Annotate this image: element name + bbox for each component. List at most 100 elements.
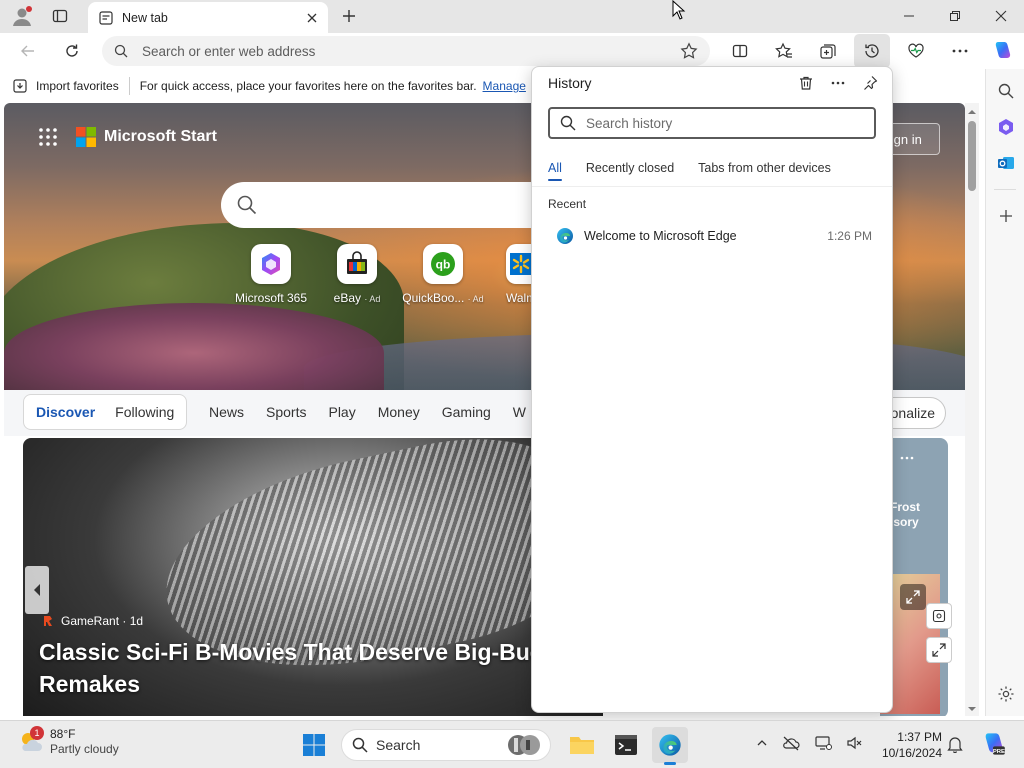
plus-icon [999, 210, 1012, 222]
apps-launcher-button[interactable] [38, 127, 58, 147]
clear-history-button[interactable] [794, 71, 818, 95]
scroll-up-icon[interactable] [965, 107, 979, 117]
more-dots-icon [952, 49, 968, 53]
clock-time: 1:37 PM [897, 730, 942, 744]
category-play[interactable]: Play [328, 404, 355, 420]
import-favorites-button[interactable]: Import favorites [12, 78, 119, 94]
terminal-icon [615, 735, 637, 755]
settings-more-button[interactable] [944, 36, 976, 66]
system-tray [756, 735, 862, 751]
sidebar-search-button[interactable] [986, 73, 1024, 109]
favorites-icon [775, 42, 792, 58]
category-more[interactable]: W [513, 404, 526, 420]
split-screen-button[interactable] [724, 36, 756, 66]
tab-recently-closed[interactable]: Recently closed [586, 161, 674, 175]
taskbar-clock[interactable]: 1:37 PM 10/16/2024 [872, 729, 942, 761]
microsoft-start-brand[interactable]: Microsoft Start [76, 127, 217, 147]
tab-all[interactable]: All [548, 161, 562, 181]
minimize-button[interactable] [886, 0, 932, 32]
history-search-input[interactable] [586, 115, 856, 131]
history-actions [794, 71, 882, 95]
copilot-button[interactable] [986, 36, 1018, 66]
carousel-prev-button[interactable] [25, 566, 49, 614]
section-recent: Recent [548, 197, 587, 211]
browser-essentials-button[interactable] [900, 36, 932, 66]
file-explorer-button[interactable] [564, 727, 600, 763]
cloud-offline-icon[interactable] [782, 735, 800, 751]
category-gaming[interactable]: Gaming [442, 404, 491, 420]
fullscreen-button[interactable] [926, 637, 952, 663]
web-search-box[interactable] [221, 182, 581, 228]
tab-discover[interactable]: Discover [36, 404, 95, 420]
favorites-button[interactable] [768, 36, 800, 66]
address-bar[interactable]: Search or enter web address [102, 36, 710, 66]
history-item-time: 1:26 PM [827, 229, 872, 243]
volume-muted-icon[interactable] [846, 735, 862, 751]
tab-actions-icon [52, 9, 68, 23]
tile-quickbooks[interactable]: qb QuickBoo... · Ad [398, 244, 488, 305]
search-highlight-icon [508, 735, 540, 755]
chevron-up-icon[interactable] [756, 737, 768, 749]
weather-widget[interactable]: 1 88°F Partly cloudy [18, 726, 119, 757]
sidebar-m365-button[interactable] [986, 109, 1024, 145]
history-title: History [548, 75, 592, 91]
favorite-star-icon[interactable] [680, 42, 698, 60]
edge-logo-icon [659, 734, 681, 756]
scroll-down-icon[interactable] [965, 704, 979, 714]
sidebar-outlook-button[interactable] [986, 145, 1024, 181]
featured-article-card[interactable]: GameRant · 1d Classic Sci-Fi B-Movies Th… [23, 438, 603, 716]
close-window-button[interactable] [978, 0, 1024, 32]
network-icon[interactable] [814, 735, 832, 751]
article-headline[interactable]: Classic Sci-Fi B-Movies That Deserve Big… [39, 636, 599, 700]
scroll-thumb[interactable] [968, 121, 976, 191]
close-tab-icon[interactable] [306, 12, 318, 24]
article-source: GameRant · 1d [43, 614, 143, 628]
expand-map-button[interactable] [900, 584, 926, 610]
close-icon [995, 10, 1007, 22]
title-bar: New tab [0, 0, 1024, 33]
favorites-hint: For quick access, place your favorites h… [139, 79, 477, 93]
category-money[interactable]: Money [378, 404, 420, 420]
import-favorites-label: Import favorites [36, 79, 119, 93]
tab-new-tab[interactable]: New tab [88, 2, 328, 33]
start-button[interactable] [296, 727, 332, 763]
notifications-button[interactable] [947, 735, 963, 753]
visual-search-button[interactable] [926, 603, 952, 629]
tab-following[interactable]: Following [115, 404, 174, 420]
search-icon [114, 44, 128, 58]
pin-history-button[interactable] [858, 71, 882, 95]
taskbar-search[interactable]: Search [341, 729, 551, 761]
new-tab-button[interactable] [333, 1, 365, 31]
collections-button[interactable] [812, 36, 844, 66]
pin-icon [864, 76, 878, 90]
outlook-icon [997, 157, 1014, 169]
sidebar-add-button[interactable] [986, 198, 1024, 234]
tab-actions-button[interactable] [44, 1, 76, 31]
chevron-left-icon [34, 584, 40, 596]
back-button[interactable] [12, 36, 44, 66]
category-news[interactable]: News [209, 404, 244, 420]
page-scrollbar[interactable] [965, 103, 979, 716]
hero-flowers [4, 303, 384, 403]
category-sports[interactable]: Sports [266, 404, 306, 420]
folder-icon [570, 737, 594, 754]
terminal-button[interactable] [608, 727, 644, 763]
tile-microsoft-365[interactable]: Microsoft 365 [226, 244, 316, 305]
card-more-icon[interactable] [900, 456, 914, 460]
history-item[interactable]: Welcome to Microsoft Edge 1:26 PM [548, 223, 878, 249]
refresh-icon [66, 44, 78, 57]
history-search-field[interactable] [548, 107, 876, 139]
tab-other-devices[interactable]: Tabs from other devices [698, 161, 831, 175]
copilot-taskbar-button[interactable]: PRE [980, 731, 1006, 757]
history-button[interactable] [854, 34, 890, 68]
edge-taskbar-button[interactable] [652, 727, 688, 765]
history-icon [865, 44, 879, 58]
history-more-button[interactable] [826, 71, 850, 95]
manage-favorites-link[interactable]: Manage [483, 79, 526, 93]
refresh-button[interactable] [56, 36, 88, 66]
restore-button[interactable] [932, 0, 978, 32]
search-icon [352, 737, 368, 753]
tile-ebay[interactable]: eBay · Ad [312, 244, 402, 305]
profile-button[interactable] [6, 1, 38, 31]
sidebar-settings-button[interactable] [986, 676, 1024, 712]
